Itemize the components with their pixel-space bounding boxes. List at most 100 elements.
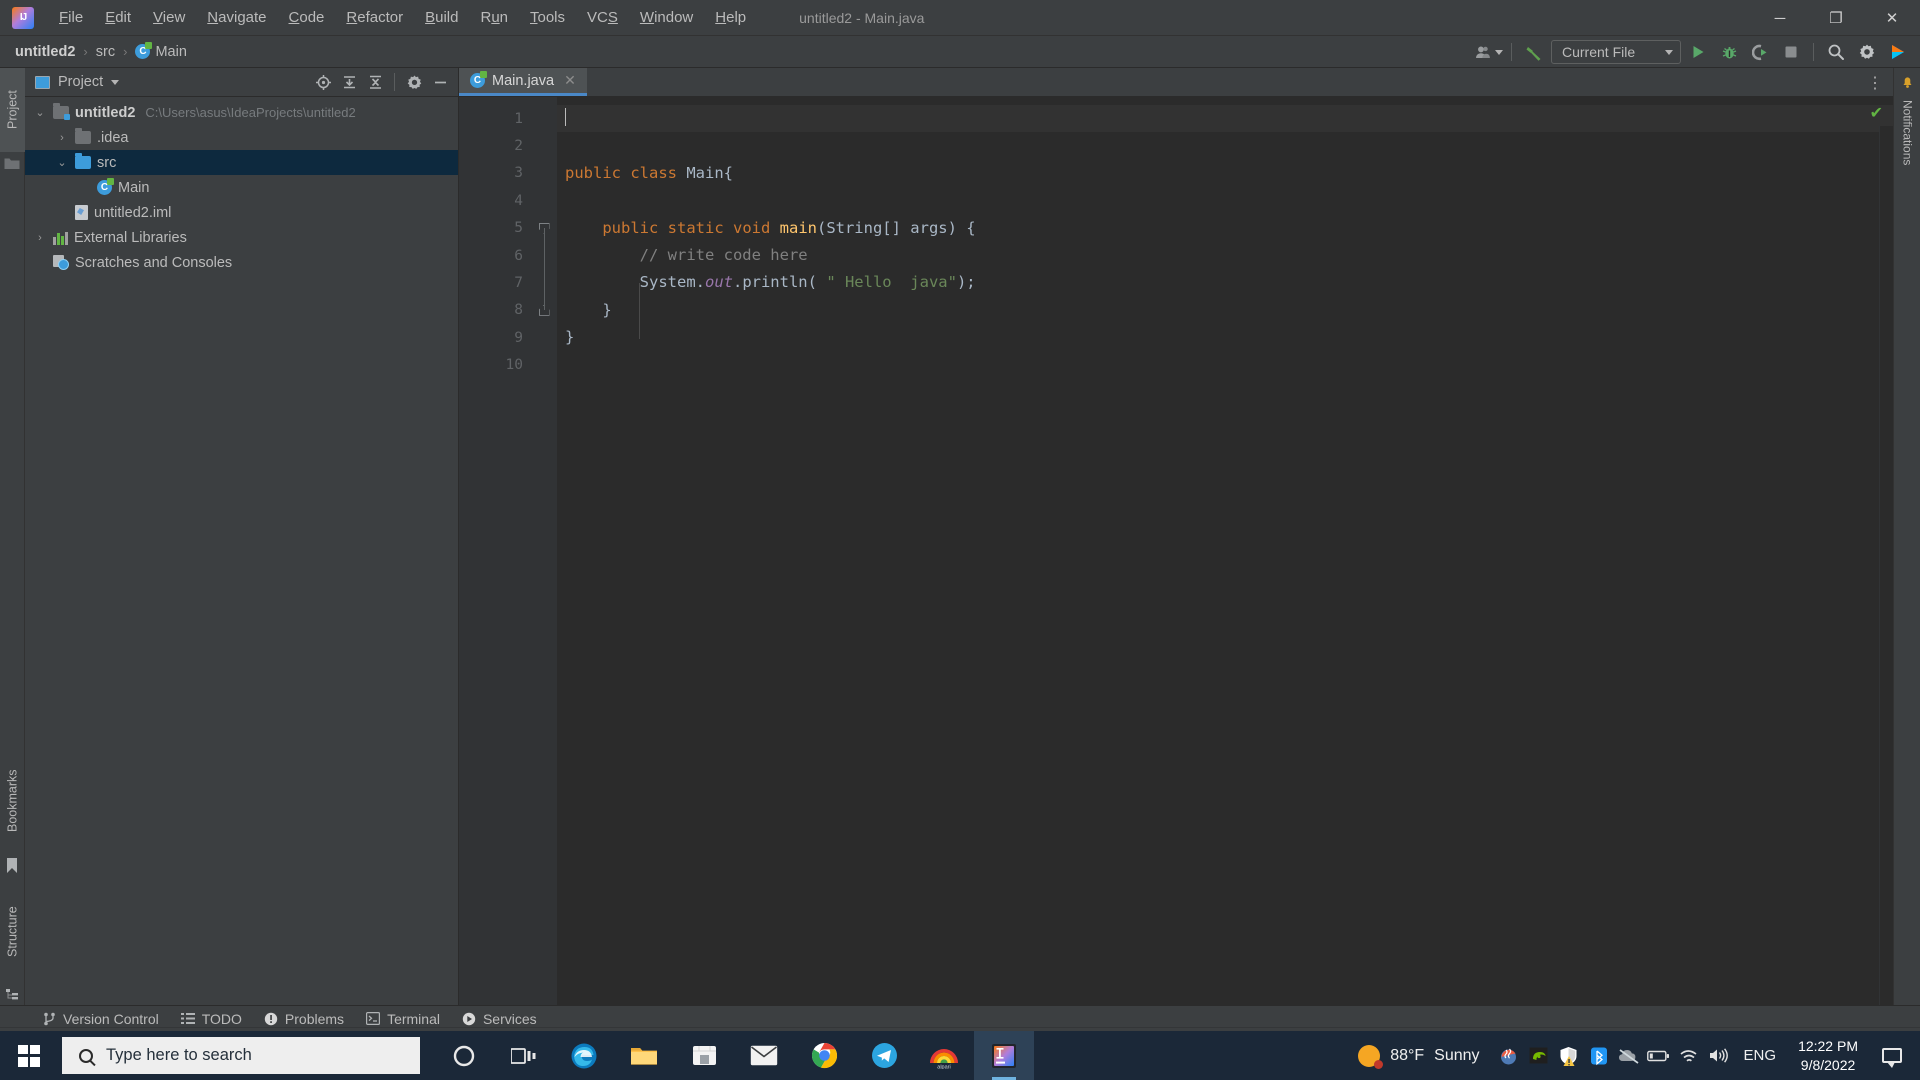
code-line-7[interactable]: System.out.println( " Hello java");	[557, 269, 1893, 296]
tool-window-version-control[interactable]: Version Control	[34, 1009, 168, 1029]
nvidia-tray-icon[interactable]	[1524, 1031, 1554, 1080]
close-button[interactable]: ✕	[1864, 0, 1920, 36]
run-with-coverage-icon[interactable]	[1746, 39, 1774, 65]
code-editor[interactable]: 1 2 3 ▶ 4 5 ▶ 6 7 8 9 10	[459, 97, 1893, 1011]
user-account-icon[interactable]	[1475, 39, 1503, 65]
notifications-bell-icon[interactable]	[1900, 74, 1915, 89]
chevron-collapsed-icon[interactable]: ›	[33, 232, 47, 244]
expand-all-icon[interactable]	[337, 70, 361, 94]
tool-window-todo[interactable]: TODO	[172, 1009, 251, 1029]
search-everywhere-icon[interactable]	[1822, 39, 1850, 65]
run-icon[interactable]	[1684, 39, 1712, 65]
battery-icon[interactable]	[1644, 1031, 1674, 1080]
select-opened-file-icon[interactable]	[311, 70, 335, 94]
build-hammer-icon[interactable]	[1520, 39, 1548, 65]
code-line-4[interactable]	[557, 187, 1893, 214]
code-line-3[interactable]: public class Main{	[557, 160, 1893, 187]
google-chrome-icon[interactable]	[794, 1031, 854, 1080]
tree-node-main[interactable]: Main	[25, 175, 458, 200]
taskbar-clock[interactable]: 12:22 PM 9/8/2022	[1786, 1037, 1870, 1075]
debug-icon[interactable]	[1715, 39, 1743, 65]
tree-node-external-libraries[interactable]: › External Libraries	[25, 225, 458, 250]
tree-node-iml[interactable]: untitled2.iml	[25, 200, 458, 225]
menu-vcs[interactable]: VCS	[576, 6, 629, 29]
tool-window-services[interactable]: Services	[453, 1009, 546, 1029]
windows-security-icon[interactable]	[1554, 1031, 1584, 1080]
code-line-10[interactable]	[557, 352, 1893, 379]
cortana-icon[interactable]	[434, 1031, 494, 1080]
hide-panel-icon[interactable]	[428, 70, 452, 94]
editor-folding-strip[interactable]	[531, 97, 557, 1011]
menu-file[interactable]: File	[48, 6, 94, 29]
menu-run[interactable]: Run	[469, 6, 519, 29]
telegram-icon[interactable]	[854, 1031, 914, 1080]
chevron-expanded-icon[interactable]: ⌄	[55, 156, 69, 169]
menu-build[interactable]: Build	[414, 6, 469, 29]
collapse-all-icon[interactable]	[363, 70, 387, 94]
menu-edit[interactable]: Edit	[94, 6, 142, 29]
chevron-collapsed-icon[interactable]: ›	[55, 132, 69, 144]
tool-window-problems[interactable]: Problems	[255, 1009, 353, 1029]
tree-node-src[interactable]: ⌄ src	[25, 150, 458, 175]
code-line-9[interactable]: }	[557, 324, 1893, 351]
editor-text[interactable]: public class Main{ public static void ma…	[557, 97, 1893, 1011]
java-class-icon	[470, 71, 487, 88]
tree-node-idea[interactable]: › .idea	[25, 125, 458, 150]
code-line-5[interactable]: public static void main(String[] args) {	[557, 215, 1893, 242]
tree-node-scratches-and-consoles[interactable]: Scratches and Consoles	[25, 250, 458, 275]
alpari-icon[interactable]: alpari	[914, 1031, 974, 1080]
bluetooth-icon[interactable]	[1584, 1031, 1614, 1080]
notifications-icon[interactable]	[1870, 1031, 1914, 1080]
weather-widget[interactable]: 88°F Sunny	[1344, 1044, 1493, 1069]
chevron-expanded-icon[interactable]: ⌄	[33, 106, 47, 119]
task-view-icon[interactable]	[494, 1031, 554, 1080]
menu-refactor[interactable]: Refactor	[335, 6, 414, 29]
menu-navigate[interactable]: Navigate	[196, 6, 277, 29]
menu-help[interactable]: Help	[704, 6, 757, 29]
intellij-idea-icon[interactable]	[974, 1031, 1034, 1080]
settings-gear-icon[interactable]	[1853, 39, 1881, 65]
editor-tab-options-icon[interactable]: ⋮	[1863, 68, 1887, 97]
code-line-6[interactable]: // write code here	[557, 242, 1893, 269]
java-tray-icon[interactable]	[1494, 1031, 1524, 1080]
stripe-button-notifications[interactable]: Notifications	[1894, 94, 1920, 171]
menu-code[interactable]: Code	[278, 6, 336, 29]
file-explorer-icon[interactable]	[614, 1031, 674, 1080]
tree-node-untitled2[interactable]: ⌄ untitled2 C:\Users\asus\IdeaProjects\u…	[25, 100, 458, 125]
mail-icon[interactable]	[734, 1031, 794, 1080]
stripe-button-bookmarks[interactable]: Bookmarks	[0, 748, 25, 853]
stripe-button-project[interactable]: Project	[0, 68, 25, 152]
maximize-button[interactable]: ❐	[1808, 0, 1864, 36]
minimize-button[interactable]: ─	[1752, 0, 1808, 36]
breadcrumb-item-project[interactable]: untitled2	[10, 42, 80, 62]
menu-view[interactable]: View	[142, 6, 196, 29]
menu-tools[interactable]: Tools	[519, 6, 576, 29]
taskbar-search-input[interactable]: Type here to search	[62, 1037, 420, 1074]
tab-main-java[interactable]: Main.java ✕	[459, 68, 587, 96]
ide-feature-icon[interactable]	[1884, 39, 1912, 65]
code-line-2[interactable]	[557, 132, 1893, 159]
tab-close-icon[interactable]: ✕	[564, 72, 576, 89]
inspection-status-icon[interactable]: ✔	[1870, 103, 1883, 123]
windows-start-icon[interactable]	[0, 1031, 58, 1080]
microsoft-edge-icon[interactable]	[554, 1031, 614, 1080]
panel-settings-gear-icon[interactable]	[402, 70, 426, 94]
tool-window-terminal[interactable]: Terminal	[357, 1009, 449, 1029]
volume-icon[interactable]	[1704, 1031, 1734, 1080]
run-configuration-selector[interactable]: Current File	[1551, 40, 1681, 64]
language-indicator[interactable]: ENG	[1734, 1047, 1787, 1064]
wifi-icon[interactable]	[1674, 1031, 1704, 1080]
onedrive-offline-icon[interactable]	[1614, 1031, 1644, 1080]
code-line-1[interactable]	[557, 105, 1893, 133]
code-line-8[interactable]: }	[557, 297, 1893, 324]
project-panel-title-group[interactable]: Project	[35, 74, 120, 90]
menu-window[interactable]: Window	[629, 6, 704, 29]
breadcrumb: untitled2 › src › Main	[10, 42, 192, 62]
editor-error-stripe[interactable]	[1879, 126, 1893, 1011]
microsoft-store-icon[interactable]	[674, 1031, 734, 1080]
stop-icon[interactable]	[1777, 39, 1805, 65]
editor-gutter[interactable]: 1 2 3 ▶ 4 5 ▶ 6 7 8 9 10	[459, 97, 550, 1011]
breadcrumb-item-main[interactable]: Main	[130, 42, 191, 62]
stripe-button-structure[interactable]: Structure	[0, 883, 25, 980]
breadcrumb-item-src[interactable]: src	[91, 42, 120, 62]
